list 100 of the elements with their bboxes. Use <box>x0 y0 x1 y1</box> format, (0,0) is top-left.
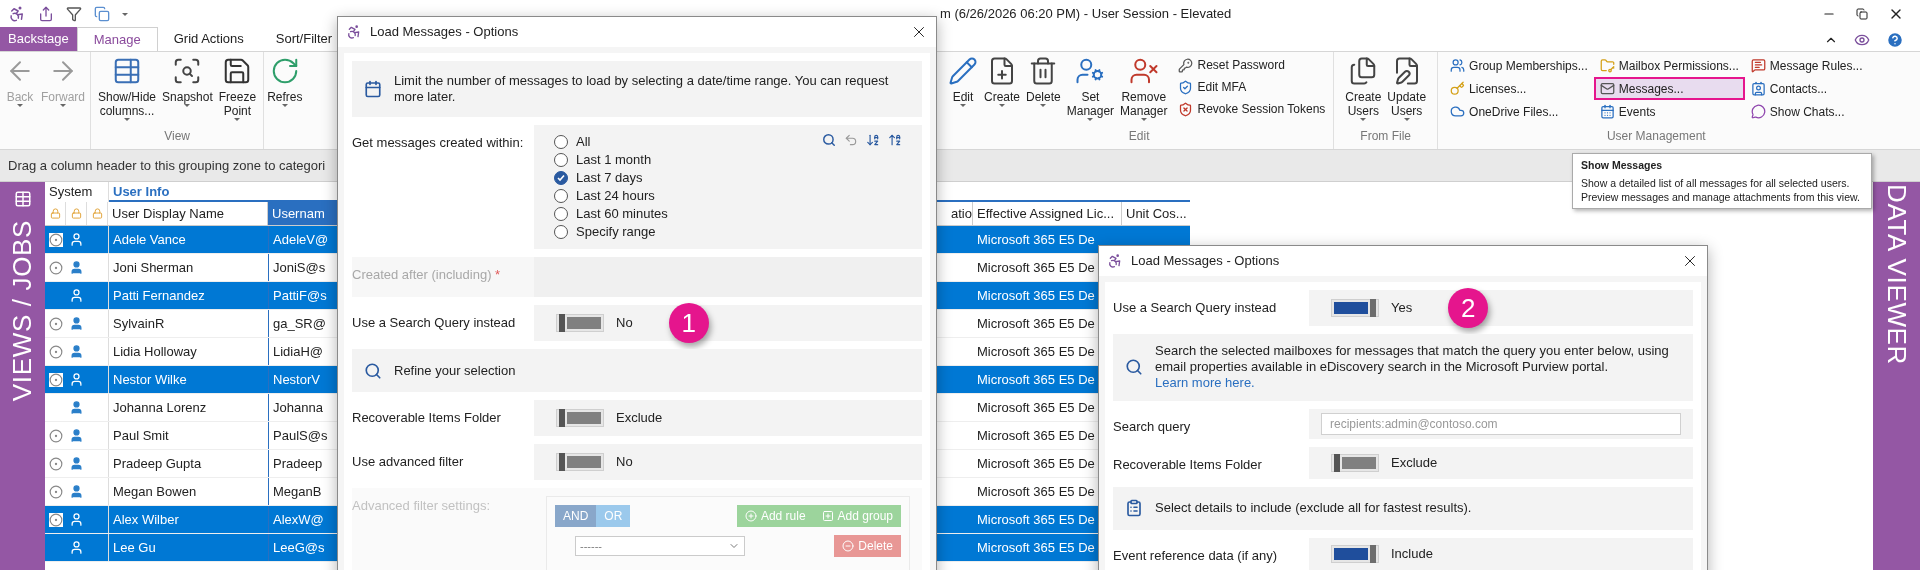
toggle-switch[interactable] <box>1331 299 1379 317</box>
learn-more-link[interactable]: Learn more here. <box>1155 375 1255 391</box>
ribbon-button[interactable]: Set Manager <box>1063 52 1118 121</box>
ribbon-icon <box>1750 58 1766 73</box>
field-label: Advanced filter settings: <box>352 497 492 515</box>
table-cell: Johanna Lorenz <box>108 394 268 421</box>
plus-icon <box>821 510 834 522</box>
user-icon <box>69 344 84 359</box>
toggle-value: Include <box>1391 545 1433 564</box>
grid-row[interactable]: Lee Gu LeeG@s <box>45 534 337 562</box>
table-cell: Alex Wilber <box>108 506 268 533</box>
views-jobs-panel[interactable]: VIEWS / JOBS <box>0 182 45 570</box>
info-icon <box>364 80 382 98</box>
toggle-switch[interactable] <box>556 409 604 427</box>
toggle-switch[interactable] <box>1331 545 1379 563</box>
ribbon-small-button[interactable]: Contacts... <box>1746 79 1867 98</box>
ribbon-icon <box>948 56 978 86</box>
ribbon-small-button[interactable]: Revoke Session Tokens <box>1178 100 1326 118</box>
search-icon[interactable] <box>822 133 836 147</box>
user-icon <box>69 400 84 415</box>
ribbon-button[interactable]: Remove Manager <box>1117 52 1171 121</box>
data-viewer-panel[interactable]: DATA VIEWER <box>1873 182 1920 570</box>
table-cell: Lidia Holloway <box>108 338 268 365</box>
ribbon-small-button[interactable]: Reset Password <box>1178 56 1326 74</box>
ribbon-small-button[interactable]: Mailbox Permissions... <box>1595 56 1743 75</box>
tooltip-text: Preview messages and manage attachments from this view. <box>1581 190 1861 204</box>
ribbon-small-button[interactable]: Events <box>1595 102 1743 121</box>
ribbon-small-button[interactable]: Licenses... <box>1446 79 1592 98</box>
field-label: Use a Search Query instead <box>1113 299 1278 317</box>
table-cell-text: Microsoft 365 E5 De <box>976 482 1096 501</box>
ribbon-small-button[interactable]: Show Chats... <box>1746 102 1867 121</box>
ribbon-button[interactable]: Update Users <box>1384 52 1430 121</box>
ribbon-tab[interactable]: Grid Actions <box>157 27 260 51</box>
grid-row[interactable]: Patti Fernandez PattiF@s <box>45 282 337 310</box>
radio-option[interactable]: Last 1 month <box>554 151 668 169</box>
field-label: Created after (including) * <box>352 266 502 284</box>
ribbon-small-button[interactable]: Edit MFA <box>1178 78 1326 96</box>
ribbon-button[interactable]: Create <box>981 52 1024 107</box>
user-icon <box>69 512 84 527</box>
info-text: Search the selected mailboxes for messages that match the query you enter below, using email properties available in eDiscovery search in the Microsoft Purview portal. Learn more here. <box>1155 343 1670 392</box>
ribbon-tab[interactable]: Manage <box>76 27 158 51</box>
grid-row[interactable]: SylvainR ga_SR@ <box>45 310 337 338</box>
ribbon-icon <box>1450 58 1466 73</box>
grid-row[interactable]: Megan Bowen MeganB <box>45 478 337 506</box>
sort-ascending-icon[interactable] <box>866 133 880 147</box>
table-cell: Pradeep Gupta <box>108 450 268 477</box>
search-query-field[interactable]: recipients:admin@contoso.com <box>1321 412 1681 435</box>
filter-icon[interactable] <box>66 6 82 22</box>
toggle-switch[interactable] <box>556 314 604 332</box>
caret-icon <box>1360 118 1367 121</box>
caret-icon <box>999 104 1005 107</box>
radio-option[interactable]: Last 24 hours <box>554 187 668 205</box>
lock-icon <box>70 208 82 219</box>
copy-icon[interactable] <box>94 6 110 22</box>
grid-row[interactable]: Nestor Wilke NestorV <box>45 366 337 394</box>
table-icon <box>13 190 32 208</box>
column-header[interactable]: Effective Assigned Lic... <box>973 202 1122 225</box>
ribbon-small-button[interactable]: Message Rules... <box>1746 56 1867 75</box>
ribbon-small-button[interactable]: OneDrive Files... <box>1446 102 1592 121</box>
help-icon[interactable] <box>1886 30 1904 49</box>
user-icon <box>69 540 84 555</box>
grid-row[interactable]: Pradeep Gupta Pradeep <box>45 450 337 478</box>
ribbon-button[interactable]: Refres <box>264 52 306 149</box>
caret-icon <box>122 12 128 16</box>
grid-row[interactable]: Lidia Holloway LidiaH@ <box>45 338 337 366</box>
ribbon-tab[interactable]: Sort/Filter <box>259 27 349 51</box>
column-header[interactable]: Usernam <box>268 202 337 225</box>
ribbon-button[interactable]: Snapshot <box>159 52 216 107</box>
ribbon-button[interactable]: Create Users <box>1342 52 1385 121</box>
backstage-tab[interactable]: Backstage <box>0 27 77 51</box>
grid-row[interactable]: Paul Smit PaulS@s <box>45 422 337 450</box>
sort-descending-icon[interactable] <box>888 133 902 147</box>
toggle-value: Yes <box>1391 299 1413 318</box>
table-cell-text: Microsoft 365 E5 De <box>976 370 1096 389</box>
ribbon-button[interactable]: Edit <box>945 52 981 107</box>
grid-row[interactable]: Alex Wilber AlexW@ <box>45 506 337 534</box>
table-cell: Megan Bowen <box>108 478 268 505</box>
ribbon-small-button[interactable]: Messages... <box>1595 79 1743 98</box>
undo-icon[interactable] <box>844 133 858 147</box>
share-icon[interactable] <box>38 6 54 22</box>
ribbon-button[interactable]: Delete <box>1023 52 1064 107</box>
grid-row[interactable]: Joni Sherman JoniS@s <box>45 254 337 282</box>
ribbon-icon <box>1075 56 1106 86</box>
restore-icon[interactable] <box>1856 8 1868 20</box>
radio-option[interactable]: Last 7 days <box>554 169 668 187</box>
grid-row[interactable]: Adele Vance AdeleV@ <box>45 226 337 254</box>
radio-option[interactable]: Specify range <box>554 223 668 241</box>
ribbon-button[interactable]: Freeze Point <box>215 52 260 121</box>
toggle-switch[interactable] <box>1331 453 1379 472</box>
ribbon-button[interactable]: Show/Hide columns... <box>95 52 160 121</box>
ribbon-icon <box>1178 101 1194 117</box>
column-header[interactable]: Unit Cos... <box>1122 202 1190 225</box>
plus-icon <box>744 510 757 522</box>
field-label: Event reference data (if any) <box>1113 547 1279 565</box>
toggle-switch[interactable] <box>556 453 604 471</box>
grid-row[interactable]: Johanna Lorenz Johanna <box>45 394 337 422</box>
ribbon-small-button[interactable]: Group Memberships... <box>1446 56 1592 75</box>
user-icon <box>69 232 84 247</box>
radio-option[interactable]: All <box>554 133 668 151</box>
radio-option[interactable]: Last 60 minutes <box>554 205 668 223</box>
